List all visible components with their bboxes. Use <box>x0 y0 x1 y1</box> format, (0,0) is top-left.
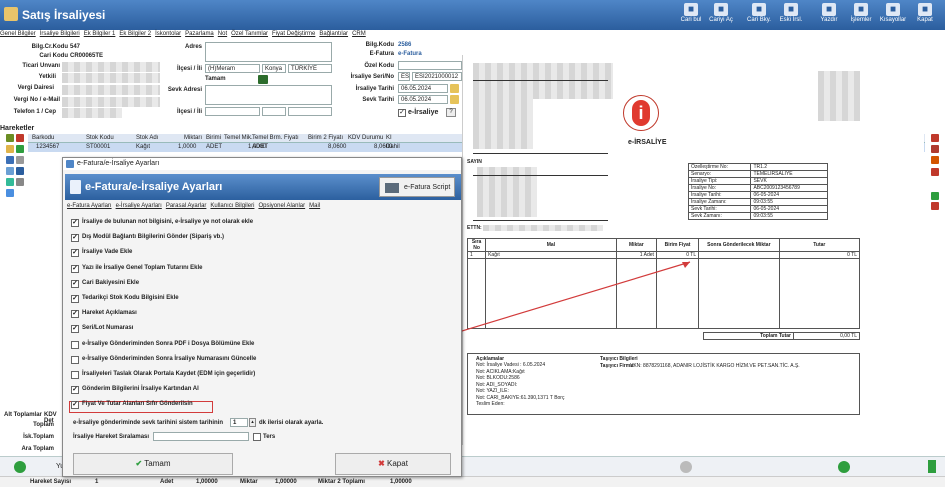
checkbox-box[interactable]: ✓ <box>71 249 79 258</box>
dialog-tab[interactable]: e-İrsaliye Ayarları <box>116 203 162 209</box>
dialog-header-title: e-Fatura/e-İrsaliye Ayarları <box>85 181 223 193</box>
option-checkbox[interactable]: ✓ İrsaliye Vade Ekle <box>71 248 132 258</box>
checkbox-box[interactable]: ✓ <box>71 279 79 288</box>
option-label: e-İrsaliye Gönderiminden Sonra PDF i Dos… <box>82 340 255 347</box>
option-checkbox[interactable]: ✓ Seri/Lot Numarası <box>71 324 133 334</box>
checkbox-box[interactable] <box>71 371 79 379</box>
dialog-tab[interactable]: Parasal Ayarlar <box>166 203 207 209</box>
spinner-icon[interactable]: ▴ <box>249 418 256 427</box>
option-checkbox[interactable]: ✓ Fiyat Ve Tutar Alanları Sıfır Gönderils… <box>71 400 193 410</box>
ok-label: Tamam <box>144 459 171 468</box>
option-checkbox[interactable]: ✓ Hareket Açıklaması <box>71 309 137 319</box>
dialog-tab[interactable]: Mail <box>309 203 320 209</box>
settings-dialog: e-Fatura/e-İrsaliye Ayarları e-Fatura/e-… <box>62 157 462 477</box>
document-icon <box>70 180 81 194</box>
cancel-button[interactable]: ✖ Kapat <box>335 453 451 475</box>
dialog-tab[interactable]: Opsiyonel Alanlar <box>258 203 305 209</box>
dialog-app-icon <box>66 160 74 168</box>
efatura-script-label: e-Fatura Script <box>404 184 451 191</box>
option-checkbox[interactable]: ✓ Gönderim Bilgilerini İrsaliye Kartından… <box>71 385 199 395</box>
option-label: İrsaliye de bulunan not bilgisini, e-İrs… <box>82 219 254 225</box>
sevk-dk-input[interactable]: 1 <box>230 418 248 427</box>
option-label: e-İrsaliye Gönderiminden Sonra İrsaliye … <box>82 355 257 362</box>
checkbox-box[interactable]: ✓ <box>71 219 79 227</box>
checkbox-box[interactable]: ✓ <box>71 325 79 334</box>
checkbox-box[interactable]: ✓ <box>71 234 79 243</box>
option-checkbox[interactable]: ✓ Dış Modül Bağlantı Bilgilerini Gönder (… <box>71 233 224 243</box>
ters-label: Ters <box>263 434 276 440</box>
option-label: Dış Modül Bağlantı Bilgilerini Gönder (S… <box>82 234 225 241</box>
efatura-script-button[interactable]: e-Fatura Script <box>379 177 455 197</box>
option-label: Gönderim Bilgilerini İrsaliye Kartından … <box>82 386 199 393</box>
siralama-select[interactable] <box>153 432 249 441</box>
option-checkbox[interactable]: İrsaliyeleri Taslak Olarak Portala Kayde… <box>71 370 255 380</box>
checkbox-box[interactable]: ✓ <box>71 401 79 410</box>
option-checkbox[interactable]: ✓ Yazı ile İrsaliye Genel Toplam Tutarını… <box>71 264 203 274</box>
siralama-label: İrsaliye Hareket Sıralaması <box>73 434 150 440</box>
dialog-header: e-Fatura/e-İrsaliye Ayarları e-Fatura Sc… <box>65 174 461 200</box>
sevk-text-a: e-İrsaliye gönderiminde sevk tarihini si… <box>73 420 224 426</box>
script-icon <box>385 183 399 193</box>
option-label: İrsaliyeleri Taslak Olarak Portala Kayde… <box>82 371 256 377</box>
x-icon: ✖ <box>378 459 385 468</box>
option-label: Yazı ile İrsaliye Genel Toplam Tutarını … <box>82 264 203 271</box>
checkbox-box[interactable]: ✓ <box>71 310 79 319</box>
option-checkbox[interactable]: e-İrsaliye Gönderiminden Sonra İrsaliye … <box>71 355 256 365</box>
dialog-tab[interactable]: e-Fatura Ayarları <box>67 203 112 209</box>
option-label: İrsaliye Vade Ekle <box>82 249 133 256</box>
option-label: Cari Bakiyesini Ekle <box>82 279 140 286</box>
dialog-tab[interactable]: Kullanıcı Bilgileri <box>210 203 254 209</box>
dialog-titlebar: e-Fatura/e-İrsaliye Ayarları <box>63 158 461 170</box>
option-label: Hareket Açıklaması <box>82 310 137 317</box>
checkbox-box[interactable]: ✓ <box>71 264 79 273</box>
checkbox-box[interactable] <box>71 355 79 364</box>
checkbox-box[interactable]: ✓ <box>71 386 79 395</box>
option-checkbox[interactable]: ✓ Cari Bakiyesini Ekle <box>71 279 139 289</box>
cancel-label: Kapat <box>387 459 408 468</box>
option-label: Seri/Lot Numarası <box>82 325 134 332</box>
option-checkbox[interactable]: e-İrsaliye Gönderiminden Sonra PDF i Dos… <box>71 340 254 350</box>
ok-button[interactable]: ✔ Tamam <box>73 453 233 475</box>
option-checkbox[interactable]: ✓ İrsaliye de bulunan not bilgisini, e-İr… <box>71 218 253 228</box>
arrow-head <box>682 262 690 268</box>
check-icon: ✔ <box>135 459 143 468</box>
checkbox-box[interactable] <box>71 340 79 349</box>
dialog-title: e-Fatura/e-İrsaliye Ayarları <box>77 160 160 167</box>
option-label: Tedarikçi Stok Kodu Bilgisini Ekle <box>82 295 179 301</box>
option-label: Fiyat Ve Tutar Alanları Sıfır Gönderilsi… <box>82 401 193 408</box>
ters-checkbox[interactable] <box>253 433 261 441</box>
dialog-tabs: e-Fatura Ayarları e-İrsaliye Ayarları Para… <box>67 202 457 212</box>
checkbox-box[interactable]: ✓ <box>71 295 79 303</box>
option-checkbox[interactable]: ✓ Tedarikçi Stok Kodu Bilgisini Ekle <box>71 294 179 304</box>
sevk-text-b: dk ilerisi olarak ayarla. <box>259 420 324 426</box>
